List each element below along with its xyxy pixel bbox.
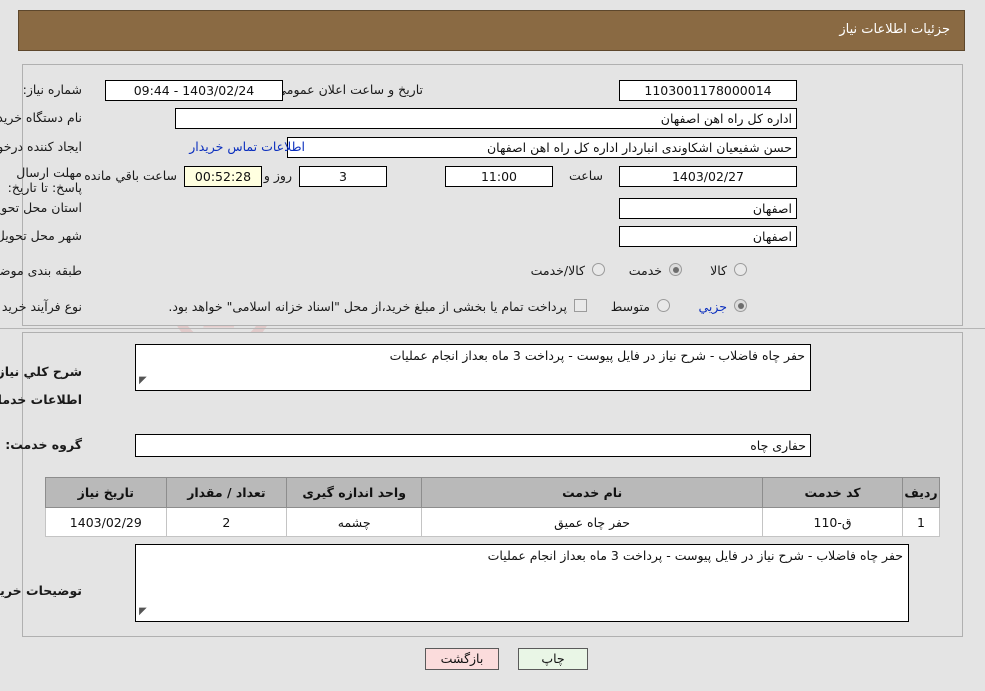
cell-name: حفر چاه عمیق bbox=[421, 507, 764, 537]
radio-label-category-0[interactable]: کالا bbox=[710, 263, 727, 278]
label-buyer-notes: توضیحات خریدار: bbox=[0, 583, 82, 598]
page-header-band: جزئیات اطلاعات نیاز bbox=[18, 10, 965, 51]
radio-label-process-0[interactable]: جزیي bbox=[698, 299, 727, 314]
label-delivery-province: استان محل تحویل: bbox=[0, 200, 82, 215]
label-need-number: شماره نیاز: bbox=[22, 82, 82, 97]
resize-grip-icon-2[interactable]: ◥ bbox=[139, 604, 147, 620]
cell-radif: 1 bbox=[902, 507, 940, 537]
general-description-textarea[interactable]: حفر چاه فاضلاب - شرح نیاز در فایل پیوست … bbox=[135, 344, 811, 391]
page-root: AriaTender.net جزئیات اطلاعات نیاز شماره… bbox=[0, 0, 985, 691]
countdown-field: 00:52:28 bbox=[184, 166, 262, 187]
label-general-description: شرح کلي نیاز: bbox=[0, 364, 82, 379]
th-unit: واحد اندازه گیری bbox=[286, 477, 423, 508]
print-button[interactable]: چاپ bbox=[518, 648, 588, 670]
request-creator-field[interactable]: حسن شفیعیان اشکاوندی انباردار اداره کل ر… bbox=[287, 137, 797, 158]
table-header-row: ردیف کد خدمت نام خدمت واحد اندازه گیری ت… bbox=[45, 477, 940, 508]
service-group-field[interactable]: حفاری چاه bbox=[135, 434, 811, 457]
label-subject-category: طبقه بندی موضوعی: bbox=[0, 263, 82, 278]
need-info-panel bbox=[22, 64, 963, 326]
buyer-notes-textarea[interactable]: حفر چاه فاضلاب - شرح نیاز در فایل پیوست … bbox=[135, 544, 909, 622]
buyer-contact-link[interactable]: اطلاعات تماس خریدار bbox=[189, 139, 305, 154]
label-days: روز و bbox=[263, 168, 292, 183]
cell-date: 1403/02/29 bbox=[45, 507, 167, 537]
services-table: ردیف کد خدمت نام خدمت واحد اندازه گیری ت… bbox=[45, 477, 940, 537]
label-purchase-process: نوع فرآیند خرید : bbox=[0, 299, 82, 314]
radio-category-0[interactable] bbox=[734, 263, 747, 276]
th-code: کد خدمت bbox=[762, 477, 904, 508]
divider-top bbox=[0, 328, 985, 329]
th-radif: ردیف bbox=[902, 477, 940, 508]
label-buyer-org: نام دستگاه خریدار: bbox=[0, 110, 82, 125]
cell-code: ق-110 bbox=[762, 507, 904, 537]
radio-category-1[interactable] bbox=[669, 263, 682, 276]
buyer-org-field[interactable]: اداره کل راه اهن اصفهان bbox=[175, 108, 797, 129]
cell-unit: چشمه bbox=[286, 507, 423, 537]
page-title: جزئیات اطلاعات نیاز bbox=[839, 22, 950, 37]
label-remaining: ساعت باقي مانده bbox=[84, 168, 177, 183]
deadline-time-field[interactable]: 11:00 bbox=[445, 166, 553, 187]
radio-category-2[interactable] bbox=[592, 263, 605, 276]
need-number-field[interactable]: 1103001178000014 bbox=[619, 80, 797, 101]
services-section-title: اطلاعات خدمات مورد نیاز bbox=[0, 392, 82, 407]
resize-grip-icon[interactable]: ◥ bbox=[139, 373, 147, 389]
radio-process-0[interactable] bbox=[734, 299, 747, 312]
radio-label-process-1[interactable]: متوسط bbox=[611, 299, 650, 314]
delivery-city-field[interactable]: اصفهان bbox=[619, 226, 797, 247]
deadline-date-field[interactable]: 1403/02/27 bbox=[619, 166, 797, 187]
table-row: 1 ق-110 حفر چاه عمیق چشمه 2 1403/02/29 bbox=[45, 507, 940, 537]
treasury-bonds-checkbox[interactable] bbox=[574, 299, 587, 312]
label-service-group: گروه خدمت: bbox=[5, 437, 82, 452]
label-hour: ساعت bbox=[568, 168, 603, 183]
radio-label-category-2[interactable]: کالا/خدمت bbox=[531, 263, 585, 278]
th-name: نام خدمت bbox=[421, 477, 764, 508]
treasury-bonds-label: پرداخت تمام یا بخشی از مبلغ خرید،از محل … bbox=[168, 299, 567, 314]
label-public-announce: تاریخ و ساعت اعلان عمومي: bbox=[272, 82, 423, 97]
th-qty: تعداد / مقدار bbox=[165, 477, 288, 508]
radio-process-1[interactable] bbox=[657, 299, 670, 312]
back-button[interactable]: بازگشت bbox=[425, 648, 499, 670]
general-description-text: حفر چاه فاضلاب - شرح نیاز در فایل پیوست … bbox=[389, 348, 805, 363]
th-date: تاریخ نیاز bbox=[45, 477, 167, 508]
label-request-creator: ایجاد کننده درخواست: bbox=[0, 139, 82, 154]
buyer-notes-text: حفر چاه فاضلاب - شرح نیاز در فایل پیوست … bbox=[487, 548, 903, 563]
public-announce-field[interactable]: 1403/02/24 - 09:44 bbox=[105, 80, 283, 101]
label-response-deadline: مهلت ارسال پاسخ: تا تاریخ: bbox=[7, 165, 82, 195]
cell-qty: 2 bbox=[165, 507, 288, 537]
label-delivery-city: شهر محل تحویل: bbox=[0, 228, 82, 243]
delivery-province-field[interactable]: اصفهان bbox=[619, 198, 797, 219]
remaining-days-field[interactable]: 3 bbox=[299, 166, 387, 187]
radio-label-category-1[interactable]: خدمت bbox=[629, 263, 662, 278]
